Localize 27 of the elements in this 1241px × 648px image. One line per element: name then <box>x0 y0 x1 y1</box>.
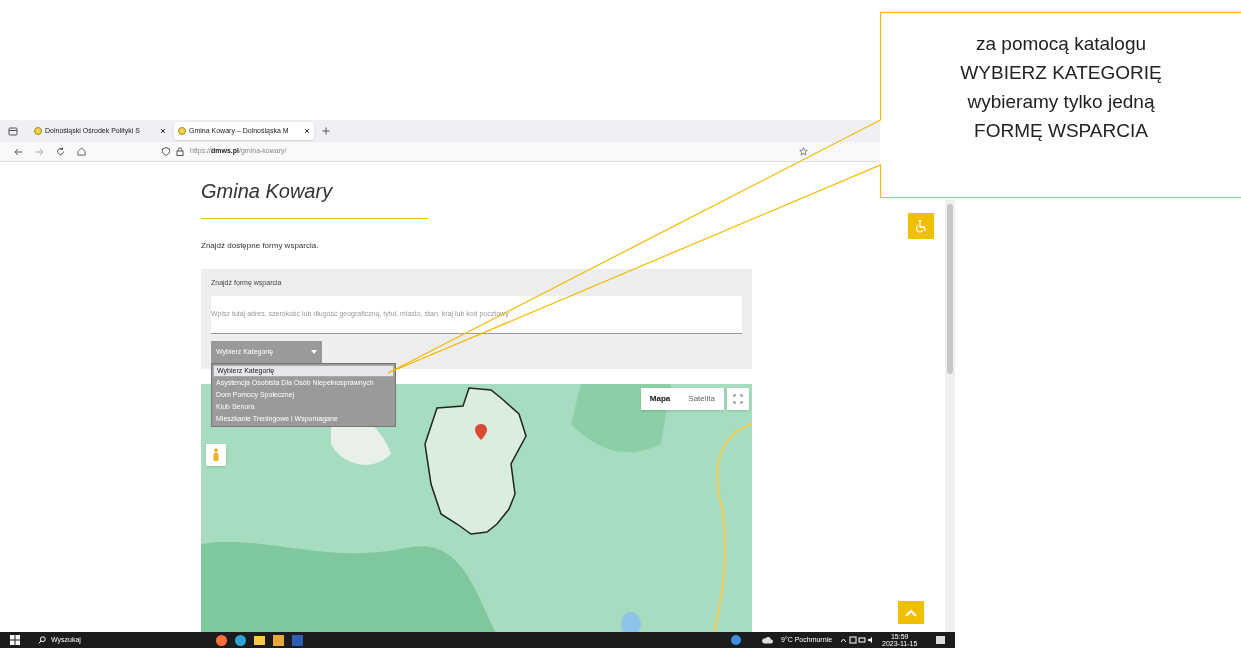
intro-text: Znajdź dostępne formy wsparcia. <box>201 240 320 252</box>
windows-icon[interactable] <box>10 635 20 645</box>
fullscreen-icon <box>733 394 743 404</box>
chevron-up-icon <box>905 608 917 617</box>
search-icon <box>38 636 46 644</box>
tray-icons[interactable] <box>840 636 875 644</box>
callout-text: za pomocą katalogu WYBIERZ KATEGORIĘ wybieramy tylko jedną FORMĘ WSPARCIA <box>959 32 1163 143</box>
favicon-icon <box>178 127 186 135</box>
page-title: Gmina Kowary <box>201 179 334 204</box>
home-icon[interactable] <box>77 147 86 156</box>
pegman-icon <box>212 448 220 462</box>
shield-icon <box>162 147 170 156</box>
wheelchair-icon <box>914 219 928 233</box>
caret-icon <box>311 350 317 354</box>
scrollbar[interactable] <box>945 200 955 632</box>
cloud-icon <box>761 636 773 644</box>
tabs-overview-icon[interactable] <box>8 126 18 136</box>
lock-icon <box>176 147 184 156</box>
map-type-tab[interactable]: Mapa <box>640 388 680 410</box>
close-icon[interactable] <box>304 128 310 134</box>
reload-icon[interactable] <box>56 147 65 156</box>
close-icon[interactable] <box>160 128 166 134</box>
bookmark-star-icon[interactable] <box>798 147 808 156</box>
back-icon[interactable] <box>14 147 23 156</box>
new-tab-icon[interactable] <box>322 127 330 135</box>
favicon-icon <box>34 127 42 135</box>
map-type-tab[interactable]: Satelita <box>679 388 724 410</box>
